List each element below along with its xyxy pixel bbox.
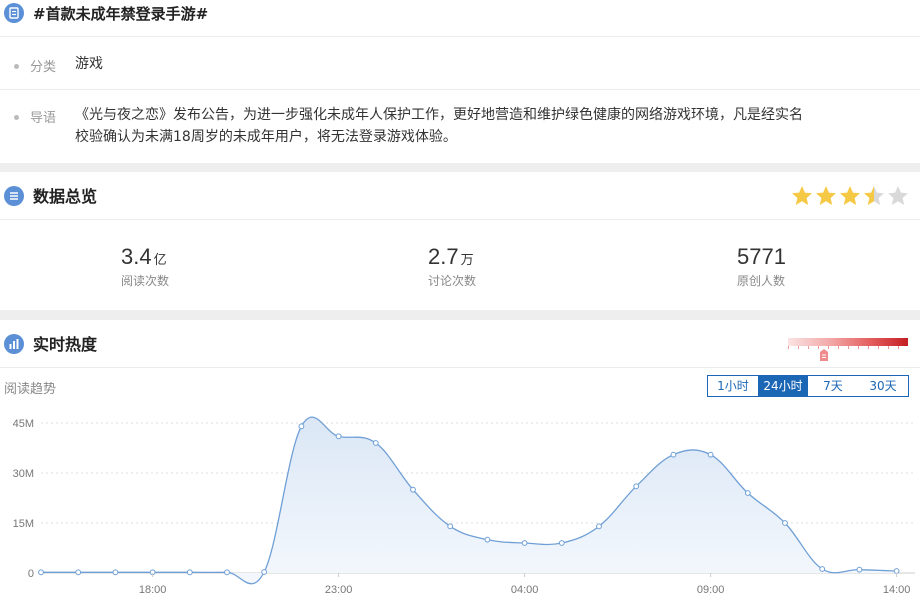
- x-tick-label: 09:00: [697, 584, 725, 596]
- intro-line-1: 《光与夜之恋》发布公告，为进一步强化未成年人保护工作，更好地营造和维护绿色健康的…: [75, 107, 803, 123]
- divider: [0, 89, 920, 90]
- y-tick-label: 45M: [13, 418, 34, 430]
- data-point: [186, 569, 193, 576]
- data-point: [782, 520, 788, 526]
- heat-gauge: [788, 338, 908, 346]
- stat-label: 阅读次数: [121, 274, 170, 288]
- data-point: [707, 451, 714, 458]
- rating-stars: [790, 184, 910, 208]
- data-point: [298, 423, 305, 430]
- stat-value: 2.7: [428, 244, 459, 269]
- data-point: [670, 451, 677, 458]
- trend-label: 阅读趋势: [4, 382, 57, 397]
- data-point: [819, 566, 826, 572]
- y-tick-label: 15M: [13, 518, 34, 530]
- data-point: [447, 523, 454, 530]
- data-point: [38, 569, 44, 576]
- data-point: [112, 569, 119, 576]
- star-icon: [888, 186, 908, 205]
- data-point: [744, 490, 751, 496]
- tab-7d[interactable]: 7天: [808, 376, 858, 396]
- data-point: [484, 536, 491, 543]
- y-tick-label: 30M: [13, 468, 34, 480]
- trend-area: [41, 417, 897, 584]
- category-label: 分类: [30, 60, 57, 75]
- stat-unit: 万: [460, 253, 474, 268]
- heat-card: 实时热度 阅读趋势 1小时 24小时 7天 30天 0 15M 30M 45M 18:0…: [0, 320, 920, 600]
- x-tick-label: 23:00: [325, 584, 353, 596]
- x-tick-label: 14:00: [883, 584, 911, 596]
- data-point: [372, 440, 379, 446]
- x-tick-label: 18:00: [139, 584, 167, 596]
- bar-chart-icon: [4, 334, 24, 354]
- list-icon: [4, 186, 24, 206]
- stat-unit: 亿: [153, 253, 167, 268]
- topic-icon: [4, 3, 24, 23]
- data-point: [261, 569, 268, 575]
- stat-label: 原创人数: [737, 274, 786, 288]
- intro-line-2: 校验确认为未满18周岁的未成年用户，将无法登录游戏体验。: [75, 129, 457, 145]
- bullet-dot: [14, 64, 19, 69]
- overview-title: 数据总览: [33, 187, 98, 206]
- star-icon: [816, 186, 836, 205]
- tab-24h[interactable]: 24小时: [758, 376, 808, 396]
- intro-label: 导语: [30, 111, 57, 126]
- data-point: [856, 566, 863, 573]
- heat-marker-icon: [820, 349, 828, 361]
- tab-1h[interactable]: 1小时: [708, 376, 758, 396]
- data-point: [558, 540, 565, 546]
- data-point: [596, 523, 602, 530]
- heat-header: 实时热度: [0, 320, 920, 368]
- topic-card: #首款未成年禁登录手游# 分类 游戏 导语 《光与夜之恋》发布公告，为进一步强化…: [0, 0, 920, 163]
- data-point: [521, 540, 528, 546]
- stat-value: 5771: [737, 244, 786, 269]
- stat-reads: 3.4 亿 阅读次数: [121, 244, 169, 289]
- data-point: [893, 568, 900, 574]
- stat-discussions: 2.7 万 讨论次数: [428, 244, 476, 289]
- data-point: [633, 483, 640, 490]
- data-point: [335, 433, 342, 440]
- category-value: 游戏: [75, 56, 103, 72]
- topic-title: #首款未成年禁登录手游#: [33, 5, 209, 23]
- bullet-dot: [14, 115, 19, 120]
- stat-originals: 5771 原创人数: [737, 244, 788, 289]
- data-point: [410, 486, 416, 493]
- tab-30d[interactable]: 30天: [858, 376, 908, 396]
- topic-header: #首款未成年禁登录手游#: [0, 0, 920, 37]
- overview-card: 数据总览 3.4 亿 阅读次数 2.7 万 讨论次数 5771 原创人数: [0, 172, 920, 310]
- data-point: [75, 569, 82, 576]
- reading-trend-chart: 0 15M 30M 45M 18:00 23:00 04:00 09:00 14:00: [13, 416, 915, 596]
- x-tick-label: 04:00: [511, 584, 539, 596]
- data-point: [224, 569, 230, 576]
- range-tabs: 1小时 24小时 7天 30天: [707, 375, 909, 397]
- stat-value: 3.4: [121, 244, 152, 269]
- stat-label: 讨论次数: [428, 274, 477, 288]
- y-tick-label: 0: [28, 568, 34, 580]
- star-icon: [792, 186, 812, 205]
- heat-title: 实时热度: [33, 335, 98, 354]
- star-icon: [864, 186, 884, 205]
- star-icon: [840, 186, 860, 205]
- overview-header: 数据总览: [0, 172, 920, 220]
- heat-gauge-ticks: [788, 346, 908, 349]
